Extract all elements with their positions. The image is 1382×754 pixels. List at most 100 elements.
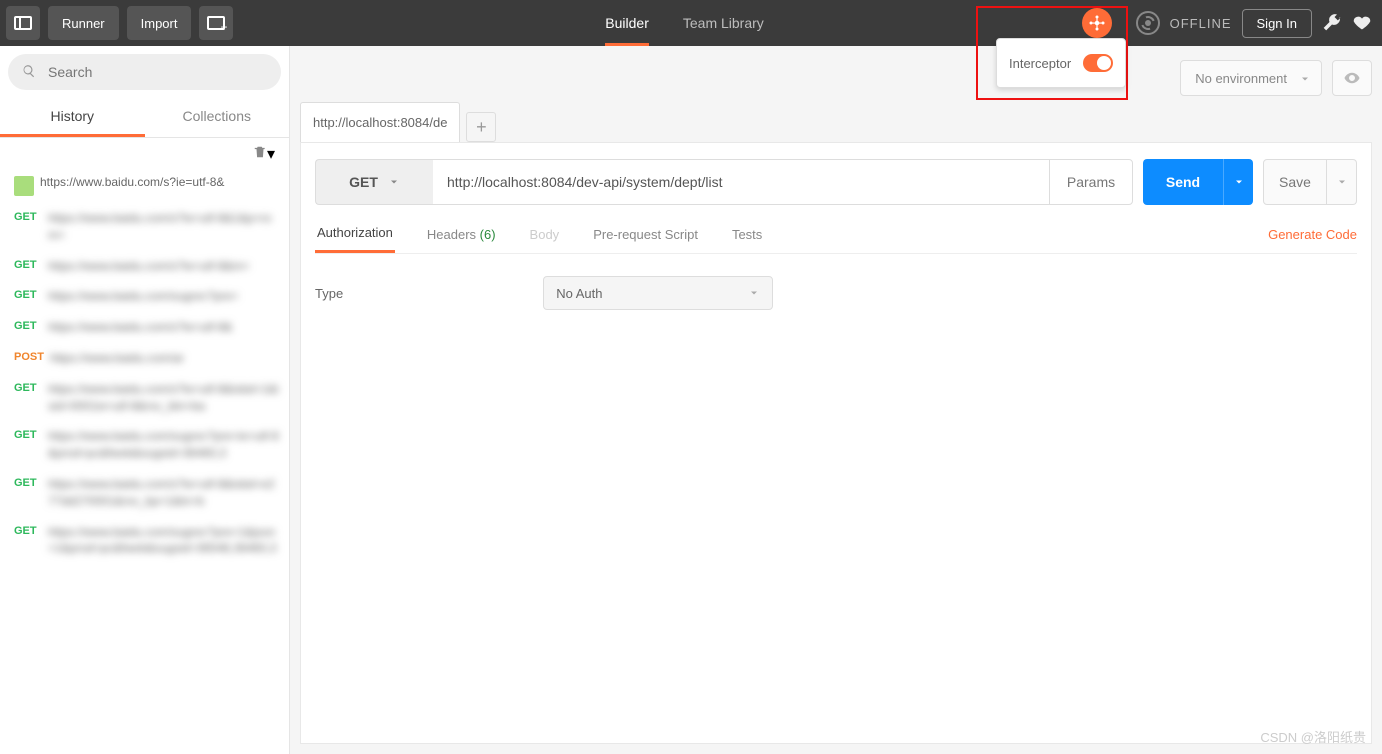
history-url: https://www.baidu.com/sugrec?pre=ie=utf-… [48, 428, 279, 462]
environment-quicklook-button[interactable] [1332, 60, 1372, 96]
chevron-down-icon [1336, 176, 1348, 188]
search-icon [22, 64, 36, 78]
chevron-down-icon [388, 176, 400, 188]
history-item[interactable]: https://www.baidu.com/s?ie=utf-8& [0, 170, 289, 206]
offline-label: OFFLINE [1170, 16, 1232, 31]
sidebar-tab-history[interactable]: History [0, 98, 145, 137]
trash-icon[interactable]: ▾ [253, 144, 275, 164]
history-url: https://www.baidu.com/ar [50, 350, 184, 367]
new-tab-button[interactable] [199, 6, 233, 40]
history-item[interactable]: GEThttps://www.baidu.com/sugrec?pre=ie=u… [0, 424, 289, 472]
history-item[interactable]: GET https://www.baidu.com/s?ie=utf-8&m= [0, 254, 289, 285]
method-badge: GET [14, 258, 42, 275]
interceptor-badge-icon[interactable] [1082, 8, 1112, 38]
interceptor-popover: Interceptor [996, 38, 1126, 88]
chevron-down-icon [1233, 176, 1245, 188]
history-url: https://www.baidu.com/s?ie=utf-8&1&p=rom… [48, 210, 279, 244]
method-badge: GET [14, 288, 42, 305]
sidebar: History Collections ▾ https://www.baidu.… [0, 46, 290, 754]
interceptor-label: Interceptor [1009, 56, 1071, 71]
request-row: GET Params Send Save [315, 159, 1357, 205]
import-button[interactable]: Import [127, 6, 192, 40]
history-item[interactable]: GEThttps://www.baidu.com/s?ie=utf-8&isbd… [0, 377, 289, 425]
history-url: https://www.baidu.com/s?ie=utf-8&isbd=e2… [48, 476, 279, 510]
heart-icon[interactable] [1352, 12, 1372, 35]
panel-icon [14, 16, 32, 30]
subtab-body[interactable]: Body [528, 227, 562, 252]
authorization-area: Type No Auth [301, 254, 1371, 332]
send-button[interactable]: Send [1143, 159, 1223, 205]
params-button[interactable]: Params [1049, 159, 1133, 205]
history-item[interactable]: GEThttps://www.baidu.com/s?ie=utf-8&1&p=… [0, 206, 289, 254]
history-url: https://www.baidu.com/s?ie=utf-8& [48, 319, 232, 336]
sidebar-toggle-button[interactable] [6, 6, 40, 40]
method-badge: GET [14, 319, 42, 336]
watermark: CSDN @洛阳纸贵 [1260, 727, 1366, 746]
http-method-select[interactable]: GET [315, 159, 433, 205]
history-item[interactable]: GEThttps://www.baidu.com/sugrec?pre=1&js… [0, 520, 289, 568]
send-group: Send [1143, 159, 1253, 205]
save-button[interactable]: Save [1263, 159, 1327, 205]
save-options-button[interactable] [1327, 159, 1357, 205]
subtab-tests[interactable]: Tests [730, 227, 764, 252]
add-request-tab-button[interactable]: + [466, 112, 496, 142]
sidebar-tab-collections[interactable]: Collections [145, 98, 290, 137]
environment-select[interactable]: No environment [1180, 60, 1322, 96]
generate-code-link[interactable]: Generate Code [1268, 227, 1357, 252]
save-group: Save [1263, 159, 1357, 205]
subtab-authorization[interactable]: Authorization [315, 225, 395, 253]
interceptor-toggle[interactable] [1083, 54, 1113, 72]
history-list: https://www.baidu.com/s?ie=utf-8& GEThtt… [0, 170, 289, 754]
chevron-down-icon [1299, 73, 1311, 85]
history-badge-icon [14, 176, 34, 196]
method-badge: GET [14, 476, 42, 510]
auth-type-value: No Auth [556, 286, 602, 301]
topbar-right: OFFLINE Sign In [1136, 9, 1382, 38]
history-url: https://www.baidu.com/sugrec?pre= [48, 288, 238, 305]
main-area: No environment http://localhost:8084/de … [290, 46, 1382, 754]
tab-builder[interactable]: Builder [605, 0, 649, 46]
subtab-headers-label: Headers [427, 227, 476, 242]
request-tabstrip: http://localhost:8084/de + [300, 102, 1372, 142]
search-input[interactable] [8, 54, 281, 90]
headers-count: (6) [480, 227, 496, 242]
history-item[interactable]: POST https://www.baidu.com/ar [0, 346, 289, 377]
history-item[interactable]: GET https://www.baidu.com/s?ie=utf-8& [0, 315, 289, 346]
environment-value: No environment [1195, 71, 1287, 86]
history-url: https://www.baidu.com/s?ie=utf-8&isbd=1&… [48, 381, 279, 415]
method-badge: GET [14, 428, 42, 462]
method-badge: GET [14, 381, 42, 415]
history-url: https://www.baidu.com/sugrec?pre=1&json=… [48, 524, 279, 558]
app-topbar: Runner Import Builder Team Library OFFLI… [0, 0, 1382, 46]
settings-icon[interactable] [1322, 12, 1342, 35]
request-tab[interactable]: http://localhost:8084/de [300, 102, 460, 142]
runner-button[interactable]: Runner [48, 6, 119, 40]
history-url: https://www.baidu.com/s?ie=utf-8&m= [48, 258, 249, 275]
topbar-left: Runner Import [0, 6, 233, 40]
search-wrap [0, 46, 289, 98]
sync-status-icon [1136, 11, 1160, 35]
http-method-value: GET [349, 174, 378, 190]
sign-in-button[interactable]: Sign In [1242, 9, 1312, 38]
environment-bar: No environment [1180, 60, 1372, 96]
eye-icon [1343, 69, 1361, 87]
method-badge: GET [14, 524, 42, 558]
request-subtabs: Authorization Headers (6) Body Pre-reque… [315, 225, 1357, 254]
new-tab-icon [207, 16, 225, 30]
auth-type-select[interactable]: No Auth [543, 276, 773, 310]
chevron-down-icon [748, 287, 760, 299]
history-item[interactable]: GET https://www.baidu.com/sugrec?pre= [0, 284, 289, 315]
history-clear-row: ▾ [0, 138, 289, 170]
auth-type-label: Type [315, 286, 343, 301]
subtab-prerequest[interactable]: Pre-request Script [591, 227, 700, 252]
history-url: https://www.baidu.com/s?ie=utf-8& [40, 174, 224, 196]
sidebar-tabs: History Collections [0, 98, 289, 138]
tab-team-library[interactable]: Team Library [683, 0, 764, 46]
request-url-input[interactable] [433, 159, 1049, 205]
request-panel: GET Params Send Save Authorization Heade… [300, 142, 1372, 744]
method-badge: POST [14, 350, 44, 367]
subtab-headers[interactable]: Headers (6) [425, 227, 498, 252]
method-badge: GET [14, 210, 42, 244]
history-item[interactable]: GEThttps://www.baidu.com/s?ie=utf-8&isbd… [0, 472, 289, 520]
send-options-button[interactable] [1223, 159, 1253, 205]
